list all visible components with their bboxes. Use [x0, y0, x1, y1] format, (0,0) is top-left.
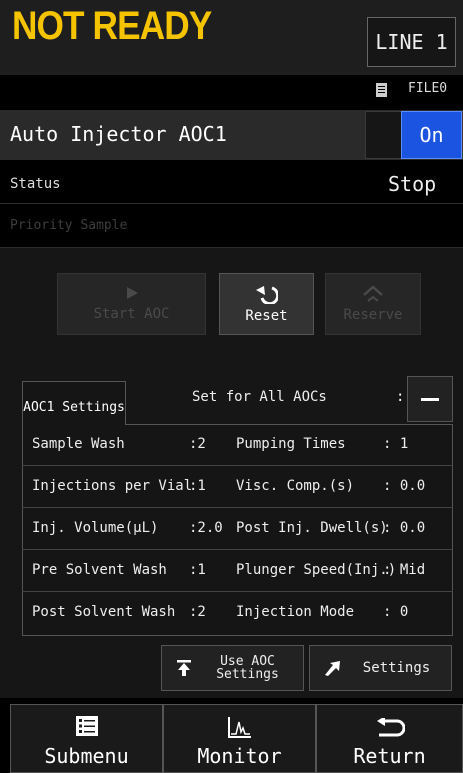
play-icon	[126, 287, 138, 299]
setting-value: : 0.0	[383, 520, 426, 536]
table-row[interactable]: Sample Wash :2 Pumping Times : 1	[22, 424, 453, 466]
table-row[interactable]: Inj. Volume(µL) :2.0 Post Inj. Dwell(s) …	[22, 508, 453, 550]
setting-label: Pumping Times	[236, 436, 346, 452]
page-title: NOT READY	[12, 4, 212, 48]
setting-label: Injections per Vial	[32, 478, 193, 494]
return-icon	[376, 718, 405, 737]
status-label: Status	[10, 176, 61, 192]
settings-label: Settings	[362, 660, 431, 676]
reserve-icon	[363, 285, 383, 302]
setting-label: Inj. Volume(µL)	[32, 520, 159, 536]
setting-label: Post Solvent Wash	[32, 604, 176, 620]
start-aoc-label: Start AOC	[93, 306, 170, 322]
set-all-aocs-label: Set for All AOCs	[192, 389, 327, 405]
list-icon	[75, 716, 98, 736]
status-value: Stop	[388, 172, 437, 196]
nav-submenu-label: Submenu	[44, 744, 129, 768]
setting-value: :2	[189, 604, 206, 620]
set-all-colon: :	[396, 389, 405, 405]
reset-label: Reset	[245, 308, 288, 324]
monitor-icon	[227, 717, 251, 738]
table-row[interactable]: Injections per Vial :1 Visc. Comp.(s) : …	[22, 466, 453, 508]
setting-label: Pre Solvent Wash	[32, 562, 167, 578]
setting-label: Injection Mode	[236, 604, 355, 620]
nav-return-button[interactable]: Return	[316, 704, 463, 773]
use-aoc-label-2: Settings	[216, 667, 279, 682]
use-aoc-settings-button[interactable]: Use AOC Settings	[161, 645, 304, 691]
minus-icon	[421, 397, 439, 401]
setting-value: : 0.0	[383, 478, 426, 494]
priority-sample-label: Priority Sample	[10, 218, 128, 233]
setting-value: :2.0	[189, 520, 223, 536]
setting-value: : Mid	[383, 562, 426, 578]
line-button[interactable]: LINE 1	[367, 17, 456, 67]
setting-label: Sample Wash	[32, 436, 125, 452]
setting-value: : 0	[383, 604, 409, 620]
setting-value: : 1	[383, 436, 409, 452]
tab-aoc1-settings[interactable]: AOC1 Settings	[22, 381, 126, 425]
reset-button[interactable]: Reset	[219, 273, 314, 335]
start-aoc-button[interactable]: Start AOC	[57, 273, 206, 335]
set-all-aocs-toggle[interactable]	[407, 376, 453, 422]
table-row[interactable]: Pre Solvent Wash :1 Plunger Speed(Inj.) …	[22, 550, 453, 592]
setting-value: :2	[189, 436, 206, 452]
file-bar	[0, 75, 463, 102]
nav-return-label: Return	[353, 744, 426, 768]
setting-value: :1	[189, 478, 206, 494]
arrow-icon	[325, 661, 340, 676]
reset-icon	[255, 286, 278, 304]
toggle-on-label[interactable]: On	[401, 111, 462, 159]
settings-button[interactable]: Settings	[309, 645, 452, 691]
setting-value: :1	[189, 562, 206, 578]
nav-submenu-button[interactable]: Submenu	[10, 704, 163, 773]
tab-aoc1-settings-label: AOC1 Settings	[23, 400, 125, 415]
setting-label: Visc. Comp.(s)	[236, 478, 355, 494]
reserve-button[interactable]: Reserve	[325, 273, 421, 335]
reserve-label: Reserve	[343, 307, 403, 323]
upload-icon	[177, 660, 191, 676]
nav-monitor-button[interactable]: Monitor	[163, 704, 316, 773]
table-row[interactable]: Post Solvent Wash :2 Injection Mode : 0	[22, 592, 453, 634]
setting-label: Post Inj. Dwell(s)	[236, 520, 388, 536]
injector-name: Auto Injector AOC1	[10, 122, 227, 146]
file-icon	[376, 83, 387, 97]
file-label: FILE0	[408, 81, 448, 96]
nav-monitor-label: Monitor	[197, 744, 282, 768]
setting-label: Plunger Speed(Inj.)	[236, 562, 397, 578]
